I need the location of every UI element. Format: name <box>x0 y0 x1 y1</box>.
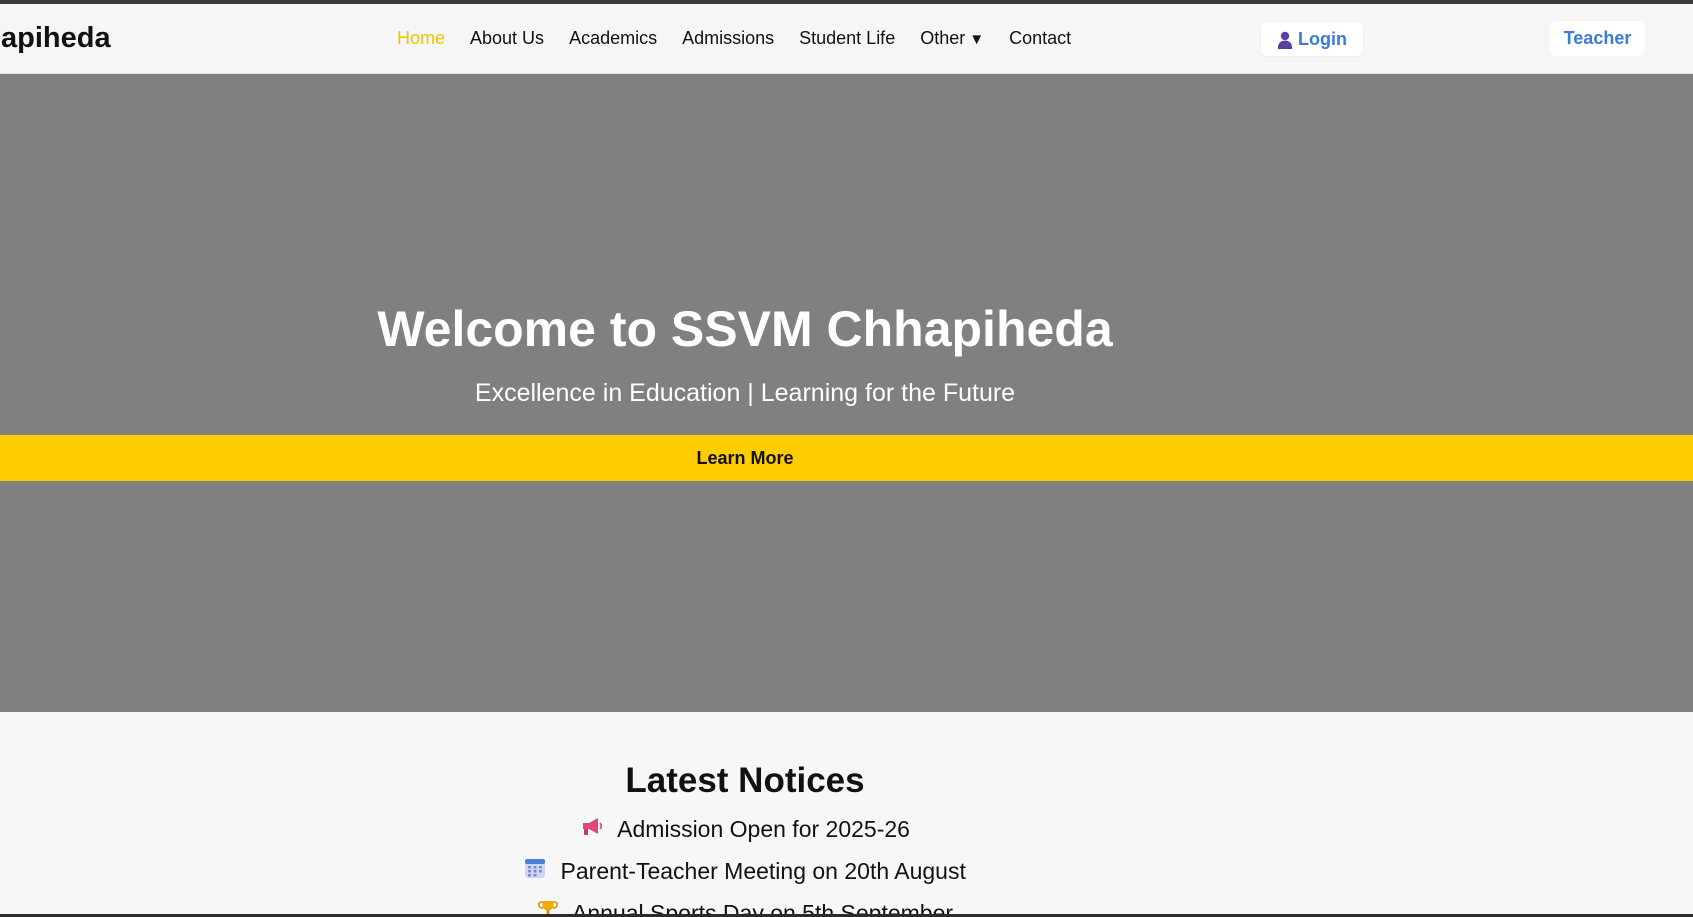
calendar-icon <box>524 850 546 892</box>
notice-item: Admission Open for 2025-26 <box>0 808 1490 850</box>
nav-link-home[interactable]: Home <box>397 28 445 49</box>
nav-link-contact[interactable]: Contact <box>1009 28 1071 49</box>
hero-title: Welcome to SSVM Chhapiheda <box>377 301 1113 357</box>
nav-link-about-us[interactable]: About Us <box>470 28 544 49</box>
nav-dropdown-other[interactable]: Other ▼ <box>920 28 984 49</box>
page: apiheda Home About Us Academics Admissio… <box>0 0 1693 917</box>
learn-more-label: Learn More <box>696 447 794 468</box>
notice-text: Parent-Teacher Meeting on 20th August <box>560 858 966 884</box>
notice-text: Admission Open for 2025-26 <box>617 816 910 842</box>
learn-more-button[interactable]: Learn More <box>0 435 1693 481</box>
navbar: apiheda Home About Us Academics Admissio… <box>0 4 1693 74</box>
hero-subtitle: Excellence in Education | Learning for t… <box>474 379 1016 407</box>
notice-item: Parent-Teacher Meeting on 20th August <box>0 850 1490 892</box>
nav-link-student-life[interactable]: Student Life <box>799 28 895 49</box>
notices-title: Latest Notices <box>625 761 865 800</box>
main-nav: Home About Us Academics Admissions Stude… <box>397 28 1071 49</box>
nav-link-admissions[interactable]: Admissions <box>682 28 774 49</box>
user-icon <box>1277 31 1293 49</box>
megaphone-icon <box>580 808 604 850</box>
login-button[interactable]: Login <box>1261 22 1363 56</box>
nav-link-academics[interactable]: Academics <box>569 28 657 49</box>
hero-section: Welcome to SSVM Chhapiheda Excellence in… <box>0 74 1693 712</box>
teacher-button[interactable]: Teacher <box>1550 21 1645 56</box>
nav-dropdown-other-label: Other <box>920 28 966 48</box>
chevron-down-icon: ▼ <box>969 31 985 48</box>
login-button-label: Login <box>1298 28 1347 49</box>
notices-section: Latest Notices Admission Open for 2025-2… <box>0 712 1693 917</box>
notice-list: Admission Open for 2025-26 Parent-Teache… <box>0 808 1490 917</box>
site-brand[interactable]: apiheda <box>1 22 111 55</box>
